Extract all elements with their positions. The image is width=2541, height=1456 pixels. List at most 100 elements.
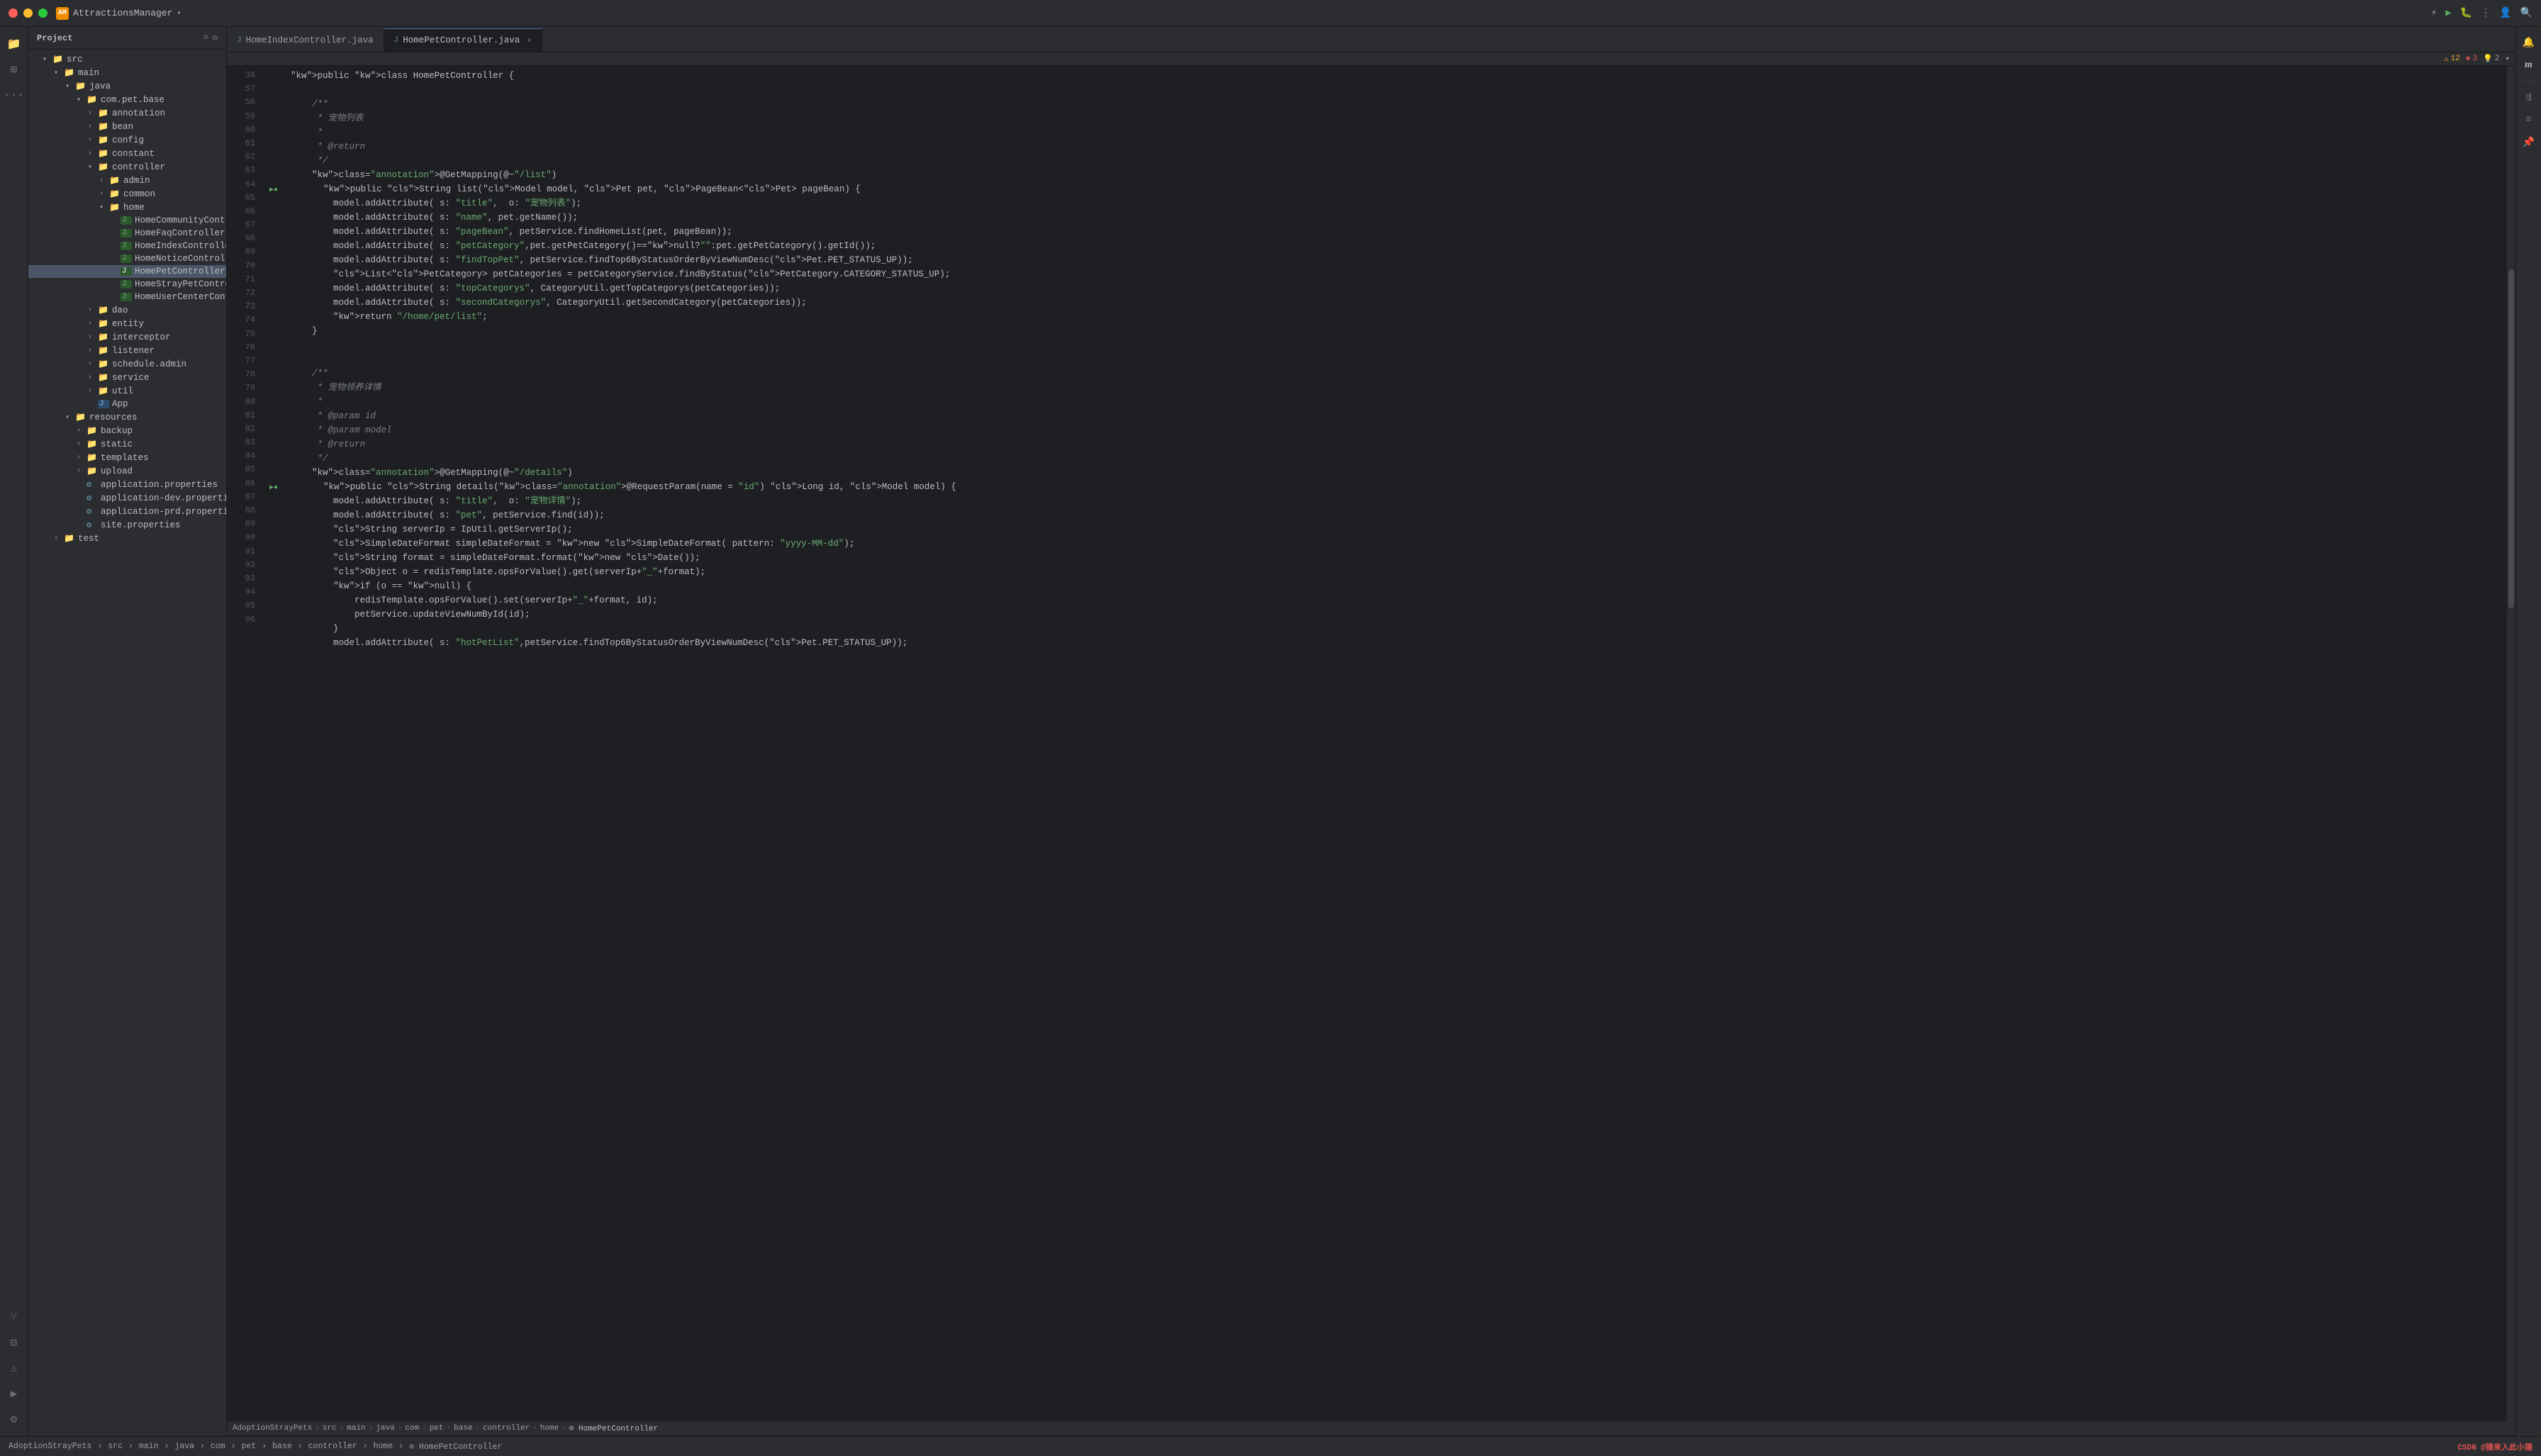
tree-arrow-annotation[interactable]: › xyxy=(88,109,98,117)
sidebar-item-HomeIndexController[interactable]: JHomeIndexController xyxy=(28,240,226,252)
tree-arrow-dao[interactable]: › xyxy=(88,306,98,314)
tree-arrow-main[interactable]: ▾ xyxy=(54,69,64,77)
sidebar-item-test[interactable]: ›📁test xyxy=(28,532,226,545)
tree-arrow-templates[interactable]: › xyxy=(77,454,86,461)
maximize-button[interactable] xyxy=(38,9,48,18)
breadcrumb-part-9[interactable]: ⊙ HomePetController xyxy=(569,1423,658,1433)
search-icon[interactable]: 🔍 xyxy=(2520,7,2532,19)
app-dropdown-icon[interactable]: ▾ xyxy=(177,9,181,18)
sidebar-item-application-dev.properties[interactable]: ⚙application-dev.properties xyxy=(28,491,226,505)
sidebar-item-annotation[interactable]: ›📁annotation xyxy=(28,106,226,120)
sidebar-item-upload[interactable]: ›📁upload xyxy=(28,464,226,478)
sidebar-item-templates[interactable]: ›📁templates xyxy=(28,451,226,464)
sidebar-item-static[interactable]: ›📁static xyxy=(28,437,226,451)
tree-arrow-common[interactable]: › xyxy=(99,190,109,198)
sidebar-item-HomeStrayPetControlle[interactable]: JHomeStrayPetControlle xyxy=(28,278,226,291)
sidebar-item-home[interactable]: ▾📁home xyxy=(28,201,226,214)
sidebar-item-HomeFaqController[interactable]: JHomeFaqController xyxy=(28,227,226,240)
tab-home-pet-controller[interactable]: J HomePetController.java ✕ xyxy=(384,28,542,52)
tree-arrow-util[interactable]: › xyxy=(88,387,98,395)
run-icon[interactable]: ▶ xyxy=(2445,7,2451,19)
minimize-button[interactable] xyxy=(23,9,33,18)
tree-arrow-admin[interactable]: › xyxy=(99,177,109,184)
sidebar-item-src[interactable]: ▾📁src xyxy=(28,52,226,66)
tree-arrow-entity[interactable]: › xyxy=(88,320,98,327)
notifications-icon[interactable]: 🔔 xyxy=(2519,33,2539,52)
tab-close-button[interactable]: ✕ xyxy=(527,35,532,45)
tree-arrow-src[interactable]: ▾ xyxy=(43,55,52,64)
tree-arrow-static[interactable]: › xyxy=(77,440,86,448)
sidebar-item-dao[interactable]: ›📁dao xyxy=(28,303,226,317)
sidebar-item-App[interactable]: JApp xyxy=(28,398,226,410)
m-icon[interactable]: m xyxy=(2519,55,2539,75)
sidebar-item-controller[interactable]: ▾📁controller xyxy=(28,160,226,174)
sidebar-item-schedule.admin[interactable]: ›📁schedule.admin xyxy=(28,357,226,371)
bottom-breadcrumb-5: pet xyxy=(242,1442,257,1451)
tree-arrow-constant[interactable]: › xyxy=(88,150,98,157)
sidebar-item-resources[interactable]: ▾📁resources xyxy=(28,410,226,424)
sidebar-item-listener[interactable]: ›📁listener xyxy=(28,344,226,357)
vcs-icon[interactable]: ⑂ xyxy=(3,1306,26,1328)
settings-icon[interactable]: ⚙ xyxy=(3,1408,26,1430)
more-icon[interactable]: ⋮ xyxy=(2481,7,2491,19)
terminal-icon[interactable]: ⊟ xyxy=(3,1331,26,1354)
code-line-79: * xyxy=(269,395,2501,409)
tree-arrow-service[interactable]: › xyxy=(88,374,98,381)
sidebar-title: Project xyxy=(37,33,72,43)
sidebar-item-site.properties[interactable]: ⚙site.properties xyxy=(28,518,226,532)
sidebar-item-interceptor[interactable]: ›📁interceptor xyxy=(28,330,226,344)
code-content[interactable]: "kw">public "kw">class HomePetController… xyxy=(261,66,2507,1421)
sidebar-item-admin[interactable]: ›📁admin xyxy=(28,174,226,187)
merge-icon[interactable]: ⇶ xyxy=(2519,87,2539,107)
vertical-scrollbar[interactable] xyxy=(2507,66,2515,1421)
tree-arrow-config[interactable]: › xyxy=(88,136,98,144)
expand-icon[interactable]: ▾ xyxy=(2505,54,2510,64)
sidebar-item-HomePetController[interactable]: JHomePetController xyxy=(28,265,226,278)
sidebar-item-application-prd.properties[interactable]: ⚙application-prd.properties xyxy=(28,505,226,518)
sidebar-item-HomeUserCenterContr[interactable]: JHomeUserCenterContr xyxy=(28,291,226,303)
sidebar-item-util[interactable]: ›📁util xyxy=(28,384,226,398)
tree-arrow-upload[interactable]: › xyxy=(77,467,86,475)
sidebar-item-com.pet.base[interactable]: ▾📁com.pet.base xyxy=(28,93,226,106)
sidebar-item-java[interactable]: ▾📁java xyxy=(28,79,226,93)
right-tool-icon[interactable]: ≡ xyxy=(2519,110,2539,130)
tree-arrow-interceptor[interactable]: › xyxy=(88,333,98,341)
tab-home-index-controller[interactable]: J HomeIndexController.java xyxy=(227,29,384,52)
project-icon[interactable]: 📁 xyxy=(3,33,26,55)
pin-icon[interactable]: 📌 xyxy=(2519,133,2539,152)
sidebar-item-service[interactable]: ›📁service xyxy=(28,371,226,384)
structure-icon[interactable]: ⊞ xyxy=(3,58,26,81)
gear-icon[interactable]: ⚙ xyxy=(213,33,218,43)
sidebar-item-main[interactable]: ▾📁main xyxy=(28,66,226,79)
sidebar-item-application.properties[interactable]: ⚙application.properties xyxy=(28,478,226,491)
tree-arrow-schedule.admin[interactable]: › xyxy=(88,360,98,368)
sidebar-item-entity[interactable]: ›📁entity xyxy=(28,317,226,330)
tree-arrow-test[interactable]: › xyxy=(54,534,64,542)
close-button[interactable] xyxy=(9,9,18,18)
accounts-icon[interactable]: 👤 xyxy=(2499,7,2511,19)
sidebar-item-backup[interactable]: ›📁backup xyxy=(28,424,226,437)
tree-arrow-bean[interactable]: › xyxy=(88,123,98,130)
scrollbar-thumb[interactable] xyxy=(2508,269,2514,608)
debug-icon[interactable]: 🐛 xyxy=(2460,7,2472,19)
more-tools-icon[interactable]: ··· xyxy=(3,84,26,106)
problems-icon[interactable]: ⚠ xyxy=(3,1357,26,1379)
app-services-icon[interactable]: ⚡ xyxy=(2431,7,2437,19)
sidebar-item-constant[interactable]: ›📁constant xyxy=(28,147,226,160)
window-controls xyxy=(9,9,48,18)
sidebar-item-HomeNoticeController[interactable]: JHomeNoticeController xyxy=(28,252,226,265)
tree-arrow-java[interactable]: ▾ xyxy=(65,82,75,91)
collapse-all-icon[interactable]: ≡ xyxy=(203,33,208,43)
tree-arrow-home[interactable]: ▾ xyxy=(99,203,109,212)
tree-arrow-backup[interactable]: › xyxy=(77,427,86,435)
sidebar-item-common[interactable]: ›📁common xyxy=(28,187,226,201)
sidebar-item-HomeCommunityContr[interactable]: JHomeCommunityContr xyxy=(28,214,226,227)
run-tool-icon[interactable]: ▶ xyxy=(3,1382,26,1405)
tree-arrow-resources[interactable]: ▾ xyxy=(65,413,75,422)
tree-arrow-com.pet.base[interactable]: ▾ xyxy=(77,96,86,104)
tree-arrow-controller[interactable]: ▾ xyxy=(88,163,98,172)
code-line-95: } xyxy=(269,622,2501,636)
tree-arrow-listener[interactable]: › xyxy=(88,347,98,354)
sidebar-item-bean[interactable]: ›📁bean xyxy=(28,120,226,133)
sidebar-item-config[interactable]: ›📁config xyxy=(28,133,226,147)
